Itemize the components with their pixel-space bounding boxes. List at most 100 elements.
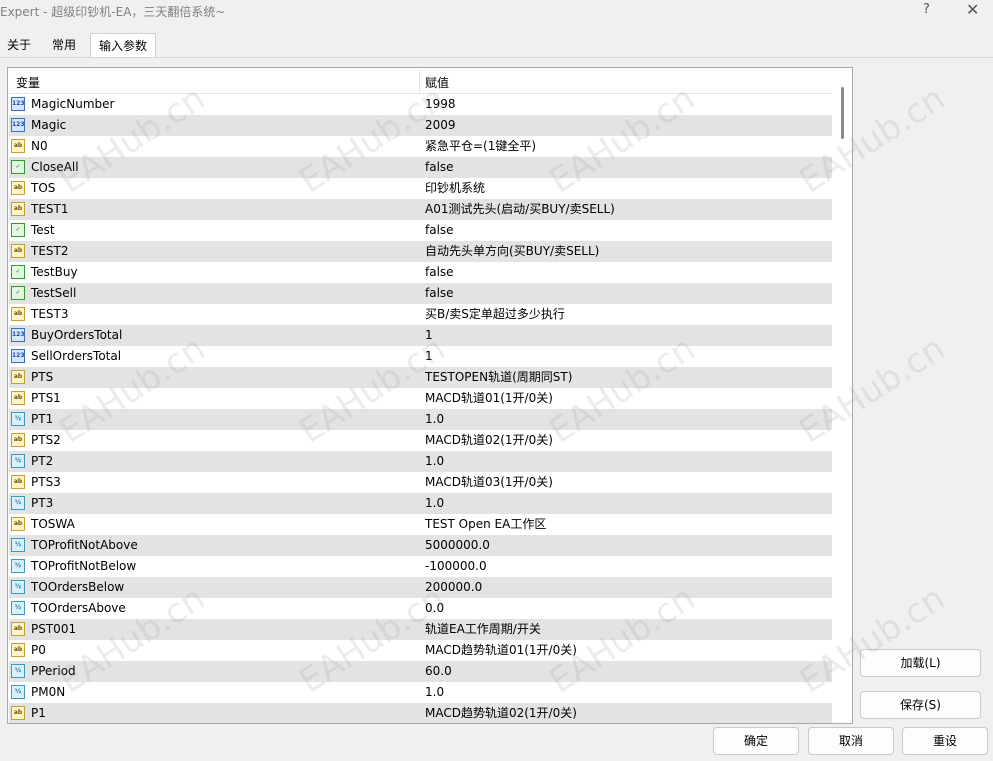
- parameter-value[interactable]: TEST Open EA工作区: [425, 514, 546, 535]
- parameter-name: PTS2: [31, 433, 61, 447]
- parameter-value[interactable]: 2009: [425, 115, 456, 136]
- parameter-name: CloseAll: [31, 160, 79, 174]
- parameters-table[interactable]: 变量 赋值 123 MagicNumber 1998 123 Magic 2009 ab N0…: [7, 67, 853, 724]
- table-row[interactable]: ½ PPeriod 60.0: [9, 661, 832, 682]
- table-row[interactable]: ½ TOProfitNotAbove 5000000.0: [9, 535, 832, 556]
- parameter-name: TEST3: [31, 307, 69, 321]
- table-row[interactable]: ab TOSWA TEST Open EA工作区: [9, 514, 832, 535]
- tab-common[interactable]: 常用: [44, 33, 84, 57]
- parameter-value[interactable]: false: [425, 157, 454, 178]
- parameter-name: TOProfitNotBelow: [31, 559, 137, 573]
- close-icon[interactable]: ✕: [966, 0, 979, 19]
- parameter-value[interactable]: MACD趋势轨道01(1开/0关): [425, 640, 577, 661]
- parameter-value[interactable]: 1.0: [425, 493, 444, 514]
- integer-type-icon: 123: [11, 349, 25, 363]
- double-type-icon: ½: [11, 559, 25, 573]
- parameter-value[interactable]: 1: [425, 346, 433, 367]
- ok-button[interactable]: 确定: [713, 727, 799, 755]
- column-header-variable[interactable]: 变量: [16, 74, 40, 91]
- parameter-value[interactable]: MACD轨道02(1开/0关): [425, 430, 553, 451]
- parameter-value[interactable]: 买B/卖S定单超过多少执行: [425, 304, 565, 325]
- boolean-type-icon: ✓: [11, 160, 25, 174]
- scrollbar-thumb[interactable]: [841, 87, 844, 139]
- table-row[interactable]: ab P1 MACD趋势轨道02(1开/0关): [9, 703, 832, 723]
- table-row[interactable]: ab TEST1 A01测试先头(启动/买BUY/卖SELL): [9, 199, 832, 220]
- parameter-value[interactable]: -100000.0: [425, 556, 487, 577]
- vertical-scrollbar[interactable]: [834, 69, 851, 722]
- parameter-value[interactable]: 紧急平仓=(1键全平): [425, 136, 536, 157]
- parameter-name: PTS3: [31, 475, 61, 489]
- parameter-value[interactable]: 轨道EA工作周期/开关: [425, 619, 541, 640]
- parameter-value[interactable]: 1: [425, 325, 433, 346]
- parameter-value[interactable]: MACD轨道01(1开/0关): [425, 388, 553, 409]
- tab-inputs[interactable]: 输入参数: [90, 33, 156, 59]
- column-header-value[interactable]: 赋值: [425, 74, 449, 91]
- table-row[interactable]: 123 SellOrdersTotal 1: [9, 346, 832, 367]
- table-row[interactable]: ab PTS TESTOPEN轨道(周期同ST): [9, 367, 832, 388]
- parameter-value[interactable]: 60.0: [425, 661, 452, 682]
- parameter-value[interactable]: MACD轨道03(1开/0关): [425, 472, 553, 493]
- table-row[interactable]: ½ PT2 1.0: [9, 451, 832, 472]
- table-row[interactable]: ½ PM0N 1.0: [9, 682, 832, 703]
- table-row[interactable]: 123 BuyOrdersTotal 1: [9, 325, 832, 346]
- string-type-icon: ab: [11, 622, 25, 636]
- reset-button[interactable]: 重设: [902, 727, 988, 755]
- boolean-type-icon: ✓: [11, 223, 25, 237]
- string-type-icon: ab: [11, 517, 25, 531]
- parameter-value[interactable]: 1998: [425, 94, 456, 115]
- save-button[interactable]: 保存(S): [860, 691, 981, 719]
- table-row[interactable]: ab TOS 印钞机系统: [9, 178, 832, 199]
- table-row[interactable]: ✓ CloseAll false: [9, 157, 832, 178]
- parameter-value[interactable]: false: [425, 283, 454, 304]
- cancel-button[interactable]: 取消: [808, 727, 894, 755]
- parameter-name: PT3: [31, 496, 54, 510]
- parameter-value[interactable]: 印钞机系统: [425, 178, 485, 199]
- parameter-value[interactable]: false: [425, 220, 454, 241]
- help-button[interactable]: ?: [923, 2, 930, 17]
- string-type-icon: ab: [11, 391, 25, 405]
- column-separator[interactable]: [419, 69, 420, 93]
- table-row[interactable]: ab P0 MACD趋势轨道01(1开/0关): [9, 640, 832, 661]
- double-type-icon: ½: [11, 496, 25, 510]
- parameter-name: N0: [31, 139, 48, 153]
- parameter-name: TOSWA: [31, 517, 75, 531]
- table-row[interactable]: 123 MagicNumber 1998: [9, 94, 832, 115]
- tab-about[interactable]: 关于: [0, 33, 38, 57]
- parameter-name: PPeriod: [31, 664, 76, 678]
- parameter-name: TEST1: [31, 202, 69, 216]
- parameter-value[interactable]: 5000000.0: [425, 535, 490, 556]
- table-row[interactable]: ✓ Test false: [9, 220, 832, 241]
- parameter-value[interactable]: 1.0: [425, 409, 444, 430]
- table-row[interactable]: ✓ TestBuy false: [9, 262, 832, 283]
- table-row[interactable]: ½ PT1 1.0: [9, 409, 832, 430]
- parameter-value[interactable]: A01测试先头(启动/买BUY/卖SELL): [425, 199, 615, 220]
- load-button[interactable]: 加载(L): [860, 649, 981, 677]
- table-row[interactable]: ab N0 紧急平仓=(1键全平): [9, 136, 832, 157]
- parameter-value[interactable]: 自动先头单方向(买BUY/卖SELL): [425, 241, 599, 262]
- parameter-value[interactable]: false: [425, 262, 454, 283]
- parameter-value[interactable]: 1.0: [425, 682, 444, 703]
- parameter-name: SellOrdersTotal: [31, 349, 122, 363]
- parameter-value[interactable]: 200000.0: [425, 577, 482, 598]
- parameter-name: Magic: [31, 118, 67, 132]
- table-row[interactable]: ½ TOOrdersAbove 0.0: [9, 598, 832, 619]
- table-row[interactable]: ab PTS3 MACD轨道03(1开/0关): [9, 472, 832, 493]
- double-type-icon: ½: [11, 454, 25, 468]
- parameter-name: TestBuy: [31, 265, 78, 279]
- table-row[interactable]: ab PTS1 MACD轨道01(1开/0关): [9, 388, 832, 409]
- table-row[interactable]: 123 Magic 2009: [9, 115, 832, 136]
- parameter-value[interactable]: 1.0: [425, 451, 444, 472]
- table-row[interactable]: ✓ TestSell false: [9, 283, 832, 304]
- table-row[interactable]: ab PST001 轨道EA工作周期/开关: [9, 619, 832, 640]
- parameter-value[interactable]: TESTOPEN轨道(周期同ST): [425, 367, 572, 388]
- tab-bar: 关于 常用 输入参数: [0, 33, 993, 59]
- table-row[interactable]: ½ TOOrdersBelow 200000.0: [9, 577, 832, 598]
- table-row[interactable]: ab TEST2 自动先头单方向(买BUY/卖SELL): [9, 241, 832, 262]
- string-type-icon: ab: [11, 307, 25, 321]
- table-row[interactable]: ½ TOProfitNotBelow -100000.0: [9, 556, 832, 577]
- table-row[interactable]: ab TEST3 买B/卖S定单超过多少执行: [9, 304, 832, 325]
- parameter-value[interactable]: MACD趋势轨道02(1开/0关): [425, 703, 577, 723]
- table-row[interactable]: ab PTS2 MACD轨道02(1开/0关): [9, 430, 832, 451]
- parameter-value[interactable]: 0.0: [425, 598, 444, 619]
- table-row[interactable]: ½ PT3 1.0: [9, 493, 832, 514]
